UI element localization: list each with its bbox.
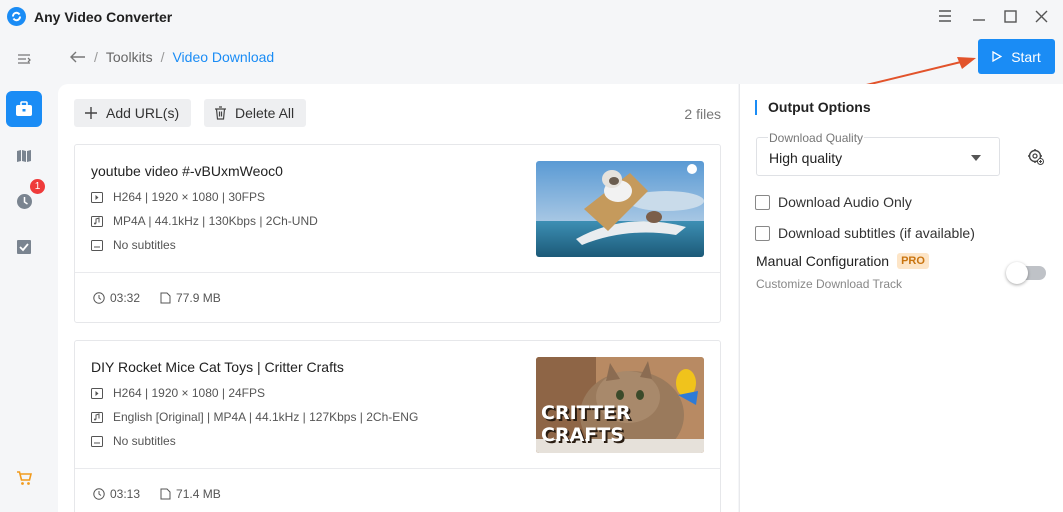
play-icon: [992, 51, 1003, 62]
sidebar-item-library[interactable]: [6, 138, 42, 174]
video-thumbnail: CRITTER CRAFTS: [536, 357, 704, 453]
breadcrumb-separator: /: [160, 49, 165, 65]
audio-track-icon: [91, 215, 103, 227]
output-options-panel: Output Options Download Quality High qua…: [739, 84, 1063, 512]
app-title: Any Video Converter: [34, 9, 173, 25]
start-button[interactable]: Start: [978, 39, 1055, 74]
delete-all-label: Delete All: [235, 105, 295, 121]
audio-only-option[interactable]: Download Audio Only: [755, 194, 912, 210]
download-quality-select[interactable]: Download Quality High quality: [756, 131, 1000, 176]
list-item[interactable]: youtube video #-vBUxmWeoc0 H264 | 1920 ×…: [74, 144, 721, 323]
pro-badge: PRO: [897, 253, 929, 269]
sidebar-item-tasks[interactable]: [6, 229, 42, 265]
manual-configuration-subtitle: Customize Download Track: [756, 277, 903, 291]
breadcrumb-toolkits[interactable]: Toolkits: [106, 49, 153, 65]
audio-track-icon: [91, 411, 103, 423]
breadcrumb-separator: /: [94, 49, 98, 65]
duration: 03:13: [93, 487, 140, 501]
subtitles-label: Download subtitles (if available): [778, 225, 975, 241]
close-button[interactable]: [1032, 7, 1050, 25]
thumbnail-title-text: CRITTER CRAFTS: [541, 402, 631, 446]
manual-configuration-label: Manual Configuration: [756, 253, 890, 269]
add-url-label: Add URL(s): [106, 105, 180, 121]
sidebar: 1: [0, 36, 58, 512]
card-details: youtube video #-vBUxmWeoc0 H264 | 1920 ×…: [75, 145, 720, 273]
plus-icon: [85, 107, 97, 119]
collapse-sidebar-icon[interactable]: [6, 42, 42, 78]
card-footer: 03:32 77.9 MB: [93, 291, 221, 305]
download-quality-label: Download Quality: [768, 131, 865, 145]
file-icon: [160, 292, 171, 304]
start-button-label: Start: [1011, 48, 1041, 65]
video-title: youtube video #-vBUxmWeoc0: [91, 163, 283, 179]
audio-track-info: MP4A | 44.1kHz | 130Kbps | 2Ch-UND: [91, 214, 318, 228]
manual-configuration: Manual Configuration PRO: [756, 253, 929, 269]
app-logo-icon: [7, 7, 26, 26]
card-footer: 03:13 71.4 MB: [93, 487, 221, 501]
sidebar-item-toolkits[interactable]: [6, 91, 42, 127]
file-icon: [160, 488, 171, 500]
subtitle-info: No subtitles: [91, 238, 176, 252]
subtitle-text: No subtitles: [113, 238, 176, 252]
video-track-info: H264 | 1920 × 1080 | 30FPS: [91, 190, 265, 204]
audio-only-label: Download Audio Only: [778, 194, 912, 210]
audio-track-text: English [Original] | MP4A | 44.1kHz | 12…: [113, 410, 419, 424]
subtitles-option[interactable]: Download subtitles (if available): [755, 225, 975, 241]
trash-icon: [215, 106, 226, 120]
title-bar: Any Video Converter: [0, 0, 1063, 36]
minimize-button[interactable]: [970, 7, 988, 25]
subtitle-icon: [91, 239, 103, 251]
list-item[interactable]: DIY Rocket Mice Cat Toys | Critter Craft…: [74, 340, 721, 512]
subtitle-text: No subtitles: [113, 434, 176, 448]
manual-configuration-toggle[interactable]: [1006, 262, 1046, 284]
audio-track-text: MP4A | 44.1kHz | 130Kbps | 2Ch-UND: [113, 214, 318, 228]
cart-icon[interactable]: [6, 460, 42, 496]
sidebar-item-history[interactable]: 1: [6, 179, 45, 219]
subtitle-info: No subtitles: [91, 434, 176, 448]
video-title: DIY Rocket Mice Cat Toys | Critter Craft…: [91, 359, 344, 375]
download-quality-value: High quality: [769, 150, 843, 166]
file-count: 2 files: [684, 106, 721, 122]
toggle-knob: [1006, 262, 1028, 284]
subtitles-checkbox[interactable]: [755, 225, 770, 241]
video-track-icon: [91, 387, 103, 399]
video-track-icon: [91, 191, 103, 203]
video-thumbnail: [536, 161, 704, 257]
file-size-text: 71.4 MB: [176, 487, 221, 501]
breadcrumb-current: Video Download: [172, 49, 275, 65]
video-track-text: H264 | 1920 × 1080 | 24FPS: [113, 386, 266, 400]
download-list-panel: Add URL(s) Delete All 2 files youtube vi…: [58, 84, 738, 512]
back-arrow-icon[interactable]: [70, 51, 86, 63]
clock-icon: [93, 292, 105, 304]
caret-down-icon: [971, 155, 981, 161]
output-options-title: Output Options: [755, 100, 871, 115]
duration-text: 03:13: [110, 487, 141, 501]
audio-only-checkbox[interactable]: [755, 194, 770, 210]
maximize-button[interactable]: [1001, 7, 1019, 25]
subtitle-icon: [91, 435, 103, 447]
duration: 03:32: [93, 291, 140, 305]
card-details: DIY Rocket Mice Cat Toys | Critter Craft…: [75, 341, 720, 469]
video-track-text: H264 | 1920 × 1080 | 30FPS: [113, 190, 266, 204]
audio-track-info: English [Original] | MP4A | 44.1kHz | 12…: [91, 410, 418, 424]
file-size: 77.9 MB: [160, 291, 221, 305]
file-size-text: 77.9 MB: [176, 291, 221, 305]
breadcrumb: / Toolkits / Video Download: [70, 48, 274, 66]
settings-gear-icon[interactable]: [1027, 148, 1044, 165]
duration-text: 03:32: [110, 291, 141, 305]
menu-icon[interactable]: [936, 7, 954, 25]
delete-all-button[interactable]: Delete All: [204, 99, 307, 127]
video-track-info: H264 | 1920 × 1080 | 24FPS: [91, 386, 265, 400]
add-url-button[interactable]: Add URL(s): [74, 99, 192, 127]
clock-icon: [93, 488, 105, 500]
notification-badge: 1: [30, 179, 45, 194]
file-size: 71.4 MB: [160, 487, 221, 501]
